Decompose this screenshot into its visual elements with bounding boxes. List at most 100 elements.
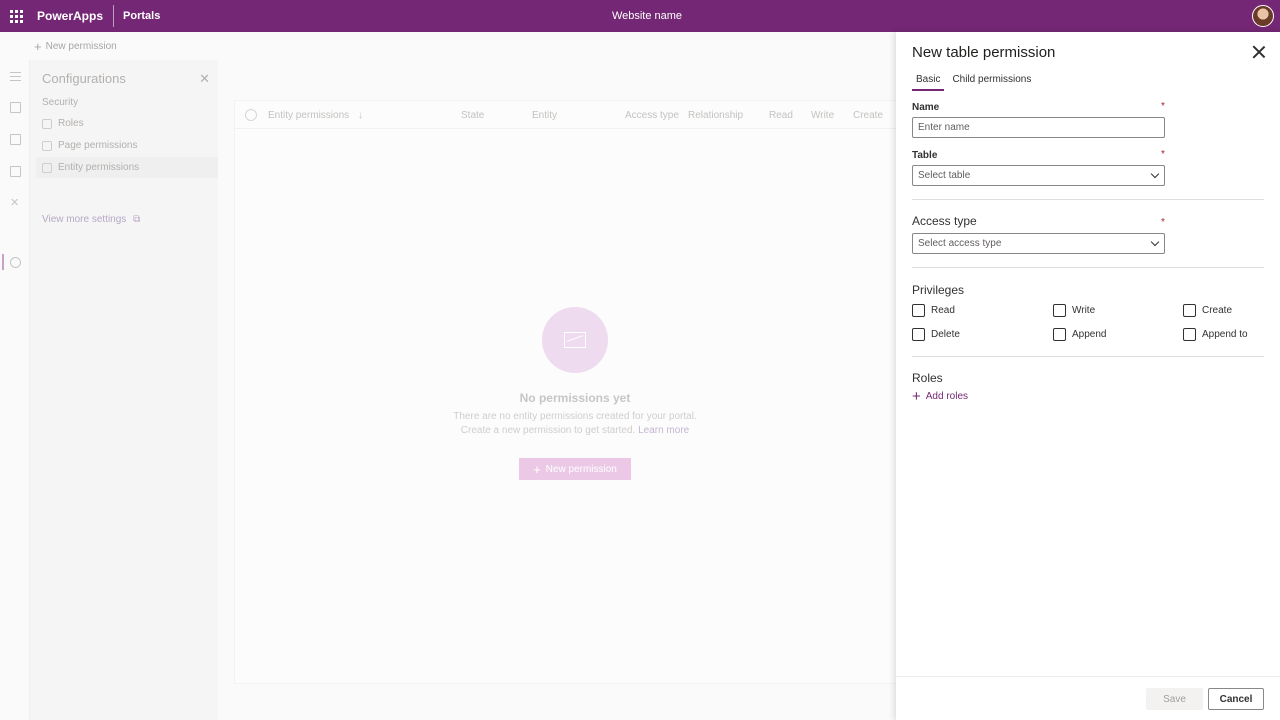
left-nav-rail: ✕: [0, 60, 30, 720]
column-header-create[interactable]: Create: [853, 110, 883, 121]
column-header-read[interactable]: Read: [769, 110, 793, 121]
roles-icon: [42, 118, 52, 129]
sort-arrow-icon: ↓: [357, 110, 363, 121]
empty-state-line-1: There are no entity permissions created …: [453, 411, 697, 422]
permissions-grid-card: Entity permissions ↓ State Entity Access…: [234, 100, 915, 684]
external-link-icon: ⧉: [133, 214, 141, 225]
tools-icon[interactable]: ✕: [10, 198, 21, 209]
document-icon[interactable]: [10, 166, 21, 177]
required-indicator: *: [1161, 217, 1165, 228]
components-icon[interactable]: [10, 134, 21, 145]
checkbox-box[interactable]: [1183, 304, 1196, 317]
empty-state-line-2: Create a new permission to get started.: [460, 425, 636, 436]
privilege-delete-checkbox[interactable]: Delete: [912, 328, 960, 341]
roles-label: Roles: [912, 371, 943, 385]
checkbox-box[interactable]: [1183, 328, 1196, 341]
panel-title: New table permission: [912, 44, 1056, 61]
privilege-label: Write: [1072, 305, 1096, 316]
privilege-create-checkbox[interactable]: Create: [1183, 304, 1232, 317]
add-icon: +: [34, 38, 42, 54]
config-item-label: Roles: [58, 118, 84, 129]
config-item-entity-permissions[interactable]: Entity permissions: [36, 157, 218, 178]
config-item-roles[interactable]: Roles: [42, 118, 84, 129]
user-avatar[interactable]: [1252, 5, 1274, 27]
settings-icon[interactable]: [10, 257, 21, 268]
privilege-append-checkbox[interactable]: Append: [1053, 328, 1106, 341]
panel-footer: Save Cancel: [896, 676, 1280, 720]
column-label: Entity permissions: [268, 110, 350, 121]
privilege-label: Read: [931, 305, 955, 316]
learn-more-link[interactable]: Learn more: [638, 425, 689, 436]
privilege-write-checkbox[interactable]: Write: [1053, 304, 1095, 317]
new-permission-command[interactable]: New permission: [46, 41, 117, 52]
select-all-radio[interactable]: [245, 109, 257, 121]
add-roles-label: Add roles: [925, 391, 969, 402]
table-dropdown-placeholder: Select table: [918, 170, 971, 181]
column-header-state[interactable]: State: [461, 110, 484, 121]
tab-child-permissions[interactable]: Child permissions: [948, 74, 1035, 89]
column-header-access-type[interactable]: Access type: [625, 110, 679, 121]
app-header: PowerApps Portals Website name: [0, 0, 1280, 32]
privileges-label: Privileges: [912, 283, 965, 297]
empty-state-description: There are no entity permissions created …: [235, 410, 915, 438]
empty-state-title: No permissions yet: [519, 391, 631, 405]
config-item-page-permissions[interactable]: Page permissions: [42, 140, 137, 151]
config-item-label: Page permissions: [58, 140, 138, 151]
app-launcher-button[interactable]: [0, 0, 32, 32]
close-icon[interactable]: [1252, 45, 1266, 59]
cancel-button[interactable]: Cancel: [1208, 688, 1264, 710]
checkbox-box[interactable]: [912, 328, 925, 341]
add-icon: +: [912, 387, 921, 405]
column-header-write[interactable]: Write: [811, 110, 834, 121]
column-header-entity[interactable]: Entity: [532, 110, 557, 121]
add-icon: +: [533, 461, 541, 477]
privilege-label: Create: [1202, 305, 1233, 316]
brand-name[interactable]: PowerApps: [32, 9, 113, 23]
product-name[interactable]: Portals: [114, 10, 160, 22]
name-field[interactable]: [912, 117, 1165, 138]
close-icon[interactable]: ✕: [199, 71, 210, 87]
privilege-append-to-checkbox[interactable]: Append to: [1183, 328, 1248, 341]
section-divider: [912, 267, 1264, 268]
panel-tabs: Basic Child permissions: [912, 74, 1039, 91]
page-permissions-icon: [42, 140, 52, 151]
checkbox-box[interactable]: [1053, 304, 1066, 317]
empty-state: No permissions yet There are no entity p…: [235, 307, 915, 480]
grid-header: Entity permissions ↓ State Entity Access…: [235, 101, 915, 129]
new-permission-label: New permission: [545, 463, 617, 475]
chevron-down-icon: [1150, 169, 1160, 179]
active-nav-indicator: [2, 254, 4, 270]
privilege-read-checkbox[interactable]: Read: [912, 304, 955, 317]
view-more-settings-link[interactable]: View more settings ⧉: [42, 214, 140, 225]
name-input[interactable]: [918, 122, 1164, 133]
checkbox-box[interactable]: [912, 304, 925, 317]
name-label: Name: [912, 102, 940, 113]
section-divider: [912, 199, 1264, 200]
checkbox-box[interactable]: [1053, 328, 1066, 341]
add-roles-button[interactable]: + Add roles: [912, 387, 969, 405]
privilege-label: Append: [1072, 329, 1107, 340]
new-permission-button[interactable]: + New permission: [519, 458, 631, 480]
pages-icon[interactable]: [10, 102, 21, 113]
column-header-entity-permissions[interactable]: Entity permissions ↓: [268, 110, 363, 121]
table-dropdown[interactable]: Select table: [912, 165, 1165, 186]
save-button[interactable]: Save: [1146, 688, 1203, 710]
column-header-relationship[interactable]: Relationship: [688, 110, 743, 121]
configurations-pane: Configurations ✕ Security Roles Page per…: [30, 60, 218, 720]
privilege-label: Delete: [931, 329, 960, 340]
access-type-dropdown[interactable]: Select access type: [912, 233, 1165, 254]
security-section-label: Security: [42, 97, 79, 108]
waffle-icon: [9, 9, 23, 23]
section-divider: [912, 356, 1264, 357]
tab-basic[interactable]: Basic: [912, 74, 945, 91]
empty-state-line-2-wrap: Create a new permission to get started. …: [235, 424, 915, 438]
website-name: Website name: [611, 10, 683, 22]
access-type-label: Access type: [912, 214, 977, 228]
entity-permissions-icon: [42, 162, 52, 173]
chevron-down-icon: [1150, 237, 1160, 247]
new-table-permission-panel: New table permission Basic Child permiss…: [896, 32, 1280, 720]
hamburger-icon[interactable]: [10, 72, 21, 81]
required-indicator: *: [1161, 149, 1165, 160]
configurations-title: Configurations: [42, 71, 126, 86]
view-more-label: View more settings: [42, 214, 127, 225]
